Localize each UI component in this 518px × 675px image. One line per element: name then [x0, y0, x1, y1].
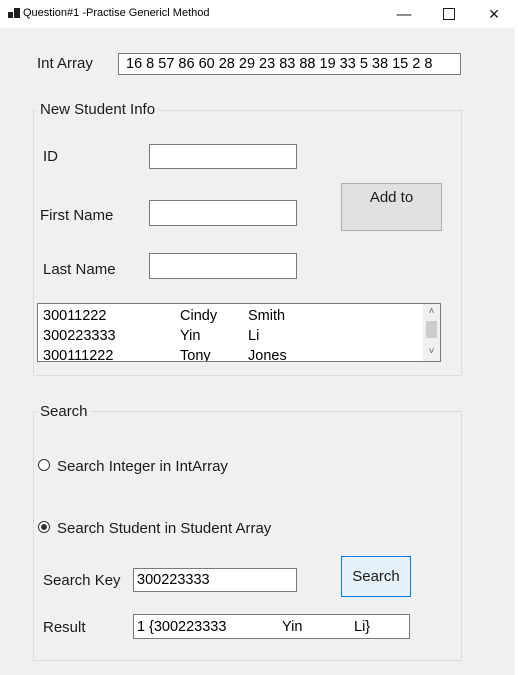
scroll-thumb[interactable] [426, 321, 437, 338]
student-first-name: Tony [180, 348, 211, 362]
search-button-label: Search [352, 568, 400, 585]
search-student-label: Search Student in Student Array [57, 520, 272, 537]
student-first-name: Yin [180, 328, 201, 344]
first-name-label: First Name [40, 207, 114, 224]
student-last-name: Jones [248, 348, 287, 362]
student-last-name: Li [248, 328, 260, 344]
result-field[interactable]: 1 {300223333 Yin Li} [133, 614, 410, 639]
result-label: Result [43, 619, 86, 636]
result-id: {300223333 [149, 619, 227, 635]
add-to-button[interactable]: Add to [341, 183, 442, 231]
maximize-button[interactable] [426, 0, 472, 28]
student-first-name: Cindy [180, 308, 218, 324]
id-field[interactable] [149, 144, 297, 169]
student-last-name: Smith [248, 308, 286, 324]
student-id: 300111222 [43, 348, 114, 362]
search-integer-radio[interactable] [38, 459, 50, 471]
int-array-field[interactable]: 16 8 57 86 60 28 29 23 83 88 19 33 5 38 … [118, 53, 461, 75]
student-listbox[interactable]: 30011222 Cindy Smith 300223333 Yin Li 30… [37, 303, 441, 362]
int-array-value: 16 8 57 86 60 28 29 23 83 88 19 33 5 38 … [126, 56, 433, 72]
window-title: Question#1 -Practise Genericl Method [23, 7, 210, 19]
search-key-field[interactable]: 300223333 [133, 568, 297, 592]
result-last-name: Li} [354, 619, 371, 635]
scroll-down-icon[interactable]: ˅ [423, 345, 440, 359]
add-to-button-label: Add to [369, 189, 414, 206]
app-icon [8, 8, 20, 18]
scroll-up-icon[interactable]: ˄ [423, 305, 440, 319]
last-name-label: Last Name [43, 261, 116, 278]
new-student-caption: New Student Info [37, 101, 159, 118]
search-student-option[interactable]: Search Student in Student Array [38, 520, 298, 538]
search-student-radio[interactable] [38, 521, 50, 533]
search-button[interactable]: Search [341, 556, 411, 597]
last-name-field[interactable] [149, 253, 297, 279]
list-scrollbar[interactable]: ˄ ˅ [423, 304, 440, 361]
close-icon: ✕ [488, 5, 500, 22]
int-array-label: Int Array [37, 55, 93, 72]
student-id: 30011222 [43, 308, 107, 324]
first-name-field[interactable] [149, 200, 297, 226]
search-key-value: 300223333 [137, 572, 210, 588]
close-button[interactable]: ✕ [471, 0, 517, 28]
result-first-name: Yin [282, 619, 303, 635]
id-label: ID [43, 148, 58, 165]
search-integer-option[interactable]: Search Integer in IntArray [38, 458, 268, 476]
search-integer-label: Search Integer in IntArray [57, 458, 228, 475]
radio-selected-dot [41, 524, 47, 530]
result-index: 1 [137, 619, 146, 635]
minimize-icon: — [396, 5, 412, 23]
search-caption: Search [37, 403, 91, 420]
maximize-icon [443, 8, 455, 20]
search-key-label: Search Key [43, 572, 121, 589]
minimize-button[interactable]: — [381, 0, 427, 28]
student-id: 300223333 [43, 328, 116, 344]
